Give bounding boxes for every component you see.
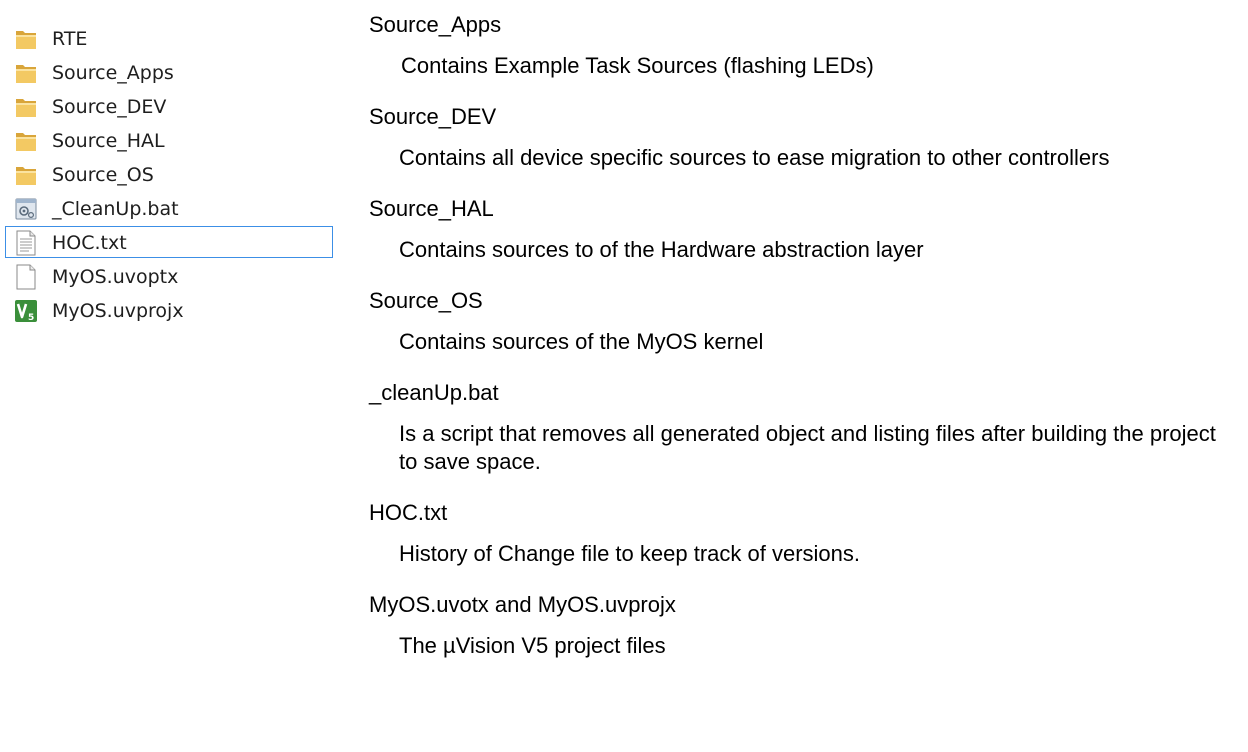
entry-description: History of Change file to keep track of … (399, 541, 860, 566)
folder-icon (12, 128, 40, 154)
file-name: MyOS.uvprojx (52, 300, 184, 322)
entry-description: Contains sources to of the Hardware abst… (399, 237, 924, 262)
file-item-source-apps[interactable]: Source_Apps (0, 56, 340, 90)
uvision-project-icon: 5 (12, 298, 40, 324)
file-item-hoc-txt[interactable]: HOC.txt (0, 226, 340, 260)
file-item-myos-uvprojx[interactable]: 5 MyOS.uvprojx (0, 294, 340, 328)
entry-hoc-txt: HOC.txt History of Change file to keep t… (369, 488, 1239, 580)
folder-icon (12, 26, 40, 52)
entry-title: Source_HAL (369, 196, 494, 221)
entry-title: _cleanUp.bat (369, 380, 499, 405)
file-name: Source_DEV (52, 96, 167, 118)
entry-title: Source_DEV (369, 104, 497, 129)
folder-icon (12, 94, 40, 120)
file-name: Source_OS (52, 164, 154, 186)
entry-cleanup-bat: _cleanUp.bat Is a script that removes al… (369, 368, 1239, 488)
folder-icon (12, 60, 40, 86)
file-list: RTE Source_Apps Source_DEV Source_HAL So… (0, 22, 340, 328)
entry-description: Contains sources of the MyOS kernel (399, 329, 764, 354)
file-descriptions: Source_Apps Contains Example Task Source… (369, 0, 1239, 672)
text-file-icon (12, 230, 40, 256)
entry-source-apps: Source_Apps Contains Example Task Source… (369, 0, 1239, 92)
entry-description: Is a script that removes all generated o… (399, 421, 1216, 474)
file-item-source-dev[interactable]: Source_DEV (0, 90, 340, 124)
file-item-myos-uvoptx[interactable]: MyOS.uvoptx (0, 260, 340, 294)
entry-description: The µVision V5 project files (399, 633, 666, 658)
file-name: MyOS.uvoptx (52, 266, 179, 288)
file-name: Source_HAL (52, 130, 165, 152)
file-item-source-os[interactable]: Source_OS (0, 158, 340, 192)
entry-title: HOC.txt (369, 500, 448, 525)
file-item-rte[interactable]: RTE (0, 22, 340, 56)
entry-description: Contains all device specific sources to … (399, 145, 1110, 170)
entry-source-os: Source_OS Contains sources of the MyOS k… (369, 276, 1239, 368)
entry-description: Contains Example Task Sources (flashing … (401, 53, 874, 78)
file-name: HOC.txt (52, 232, 127, 254)
batch-file-icon (12, 196, 40, 222)
entry-title: Source_Apps (369, 12, 502, 37)
folder-icon (12, 162, 40, 188)
entry-title: MyOS.uvotx and MyOS.uvprojx (369, 592, 676, 617)
entry-title: Source_OS (369, 288, 483, 313)
file-item-cleanup-bat[interactable]: _CleanUp.bat (0, 192, 340, 226)
entry-source-hal: Source_HAL Contains sources to of the Ha… (369, 184, 1239, 276)
file-name: Source_Apps (52, 62, 174, 84)
entry-myos-project: MyOS.uvotx and MyOS.uvprojx The µVision … (369, 580, 1239, 672)
file-name: _CleanUp.bat (52, 198, 179, 220)
svg-text:5: 5 (28, 313, 34, 323)
file-name: RTE (52, 28, 88, 50)
entry-source-dev: Source_DEV Contains all device specific … (369, 92, 1239, 184)
blank-file-icon (12, 264, 40, 290)
file-item-source-hal[interactable]: Source_HAL (0, 124, 340, 158)
